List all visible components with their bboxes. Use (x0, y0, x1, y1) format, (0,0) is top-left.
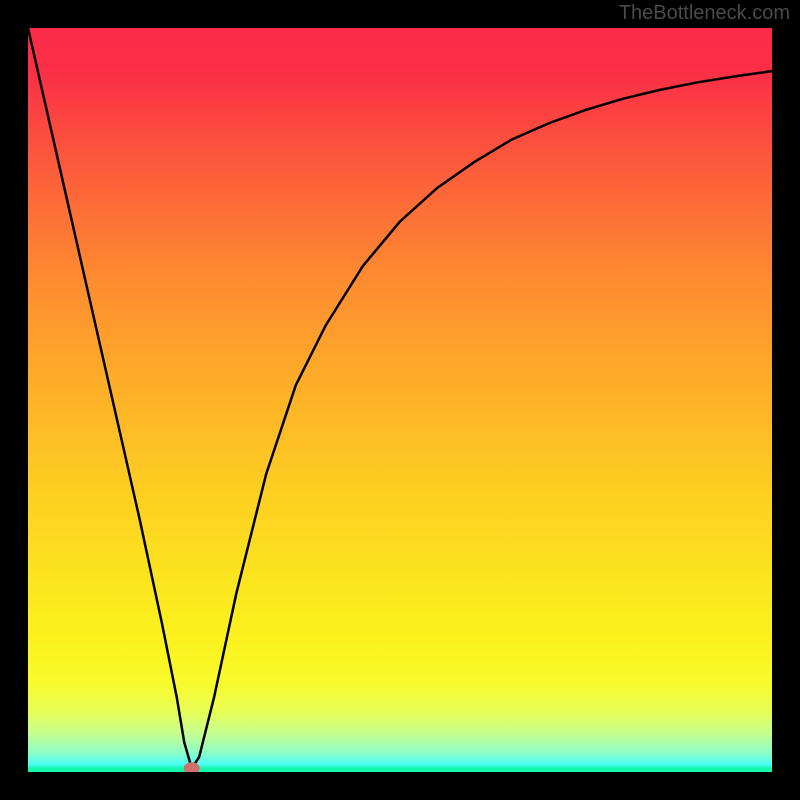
watermark-text: TheBottleneck.com (619, 2, 790, 25)
minimum-marker (184, 762, 200, 772)
chart-frame: TheBottleneck.com (0, 0, 800, 800)
curve-svg (28, 28, 772, 772)
plot-area (28, 28, 772, 772)
bottleneck-curve (28, 28, 772, 768)
